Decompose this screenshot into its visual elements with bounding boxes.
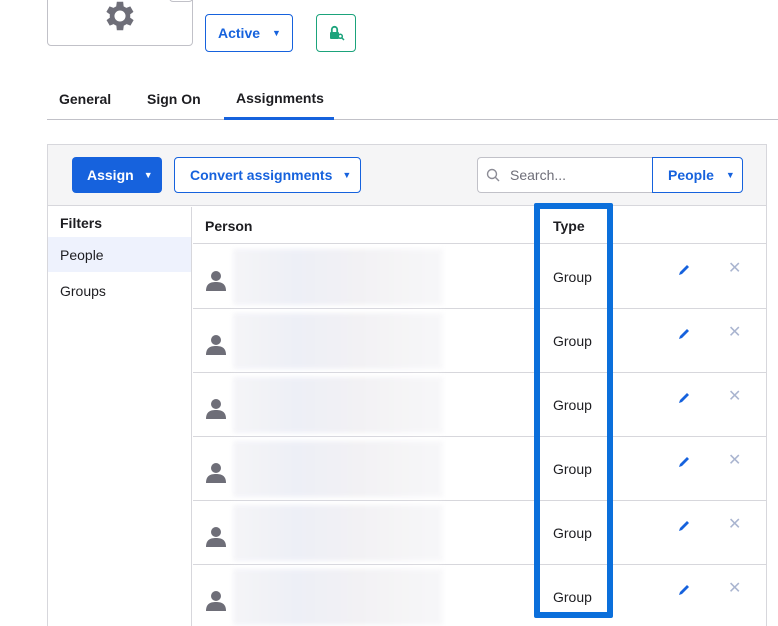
column-header-person[interactable]: Person [205, 207, 252, 244]
type-cell: Group [553, 589, 592, 605]
type-cell: Group [553, 525, 592, 541]
filter-label: Groups [60, 282, 106, 299]
assign-button[interactable]: Assign ▼ [72, 157, 162, 193]
lock-key-icon [330, 25, 345, 41]
filter-label: People [60, 246, 104, 263]
gear-icon [106, 1, 134, 31]
table-row: Group ✕ [193, 565, 766, 626]
search-icon [486, 168, 500, 182]
person-icon [206, 399, 226, 419]
search-input[interactable] [510, 167, 640, 183]
assign-label: Assign [87, 167, 134, 183]
table-row: Group ✕ [193, 245, 766, 309]
convert-assignments-button[interactable]: Convert assignments ▼ [174, 157, 361, 193]
pencil-icon[interactable] [677, 391, 691, 405]
filters-title: Filters [60, 215, 103, 231]
pencil-icon[interactable] [677, 327, 691, 341]
app-logo [47, 0, 193, 46]
table-row: Group ✕ [193, 373, 766, 437]
search-scope-select[interactable]: People ▼ [652, 157, 743, 193]
person-icon [206, 527, 226, 547]
search-scope-label: People [668, 167, 714, 183]
redacted-person-name [233, 249, 443, 305]
caret-down-icon: ▼ [725, 170, 735, 180]
redacted-person-name [233, 569, 443, 625]
person-icon [206, 335, 226, 355]
lock-button[interactable] [316, 14, 356, 52]
pencil-icon[interactable] [677, 263, 691, 277]
tab-bar: General Sign On Assignments [47, 78, 778, 120]
close-icon[interactable]: ✕ [728, 581, 741, 597]
close-icon[interactable]: ✕ [728, 453, 741, 469]
redacted-person-name [233, 377, 443, 433]
logo-edit-tab [169, 0, 193, 2]
status-dropdown[interactable]: Active ▼ [205, 14, 293, 52]
filters-sidebar: Filters People Groups [48, 207, 192, 626]
assignments-panel: Assign ▼ Convert assignments ▼ People ▼ … [47, 144, 767, 626]
status-label: Active [218, 25, 261, 41]
redacted-person-name [233, 441, 443, 497]
pencil-icon[interactable] [677, 583, 691, 597]
close-icon[interactable]: ✕ [728, 517, 741, 533]
type-cell: Group [553, 461, 592, 477]
pencil-icon[interactable] [677, 519, 691, 533]
search-box [477, 157, 653, 193]
tab-sign-on[interactable]: Sign On [147, 78, 201, 120]
tab-general[interactable]: General [59, 78, 111, 120]
close-icon[interactable]: ✕ [728, 389, 741, 405]
column-header-type[interactable]: Type [553, 207, 585, 244]
pencil-icon[interactable] [677, 455, 691, 469]
caret-down-icon: ▼ [143, 170, 153, 180]
type-cell: Group [553, 269, 592, 285]
close-icon[interactable]: ✕ [728, 325, 741, 341]
person-icon [206, 591, 226, 611]
assignments-toolbar: Assign ▼ Convert assignments ▼ People ▼ [48, 145, 766, 206]
table-row: Group ✕ [193, 501, 766, 565]
person-icon [206, 463, 226, 483]
type-cell: Group [553, 333, 592, 349]
filter-groups[interactable]: Groups [48, 273, 191, 308]
caret-down-icon: ▼ [342, 170, 352, 180]
close-icon[interactable]: ✕ [728, 261, 741, 277]
table-header: Person Type [193, 207, 766, 244]
redacted-person-name [233, 313, 443, 369]
table-row: Group ✕ [193, 437, 766, 501]
filter-people[interactable]: People [48, 237, 191, 272]
caret-down-icon: ▼ [272, 28, 281, 38]
type-cell: Group [553, 397, 592, 413]
tab-assignments[interactable]: Assignments [224, 78, 334, 120]
table-row: Group ✕ [193, 309, 766, 373]
redacted-person-name [233, 505, 443, 561]
person-icon [206, 271, 226, 291]
convert-label: Convert assignments [190, 167, 333, 183]
